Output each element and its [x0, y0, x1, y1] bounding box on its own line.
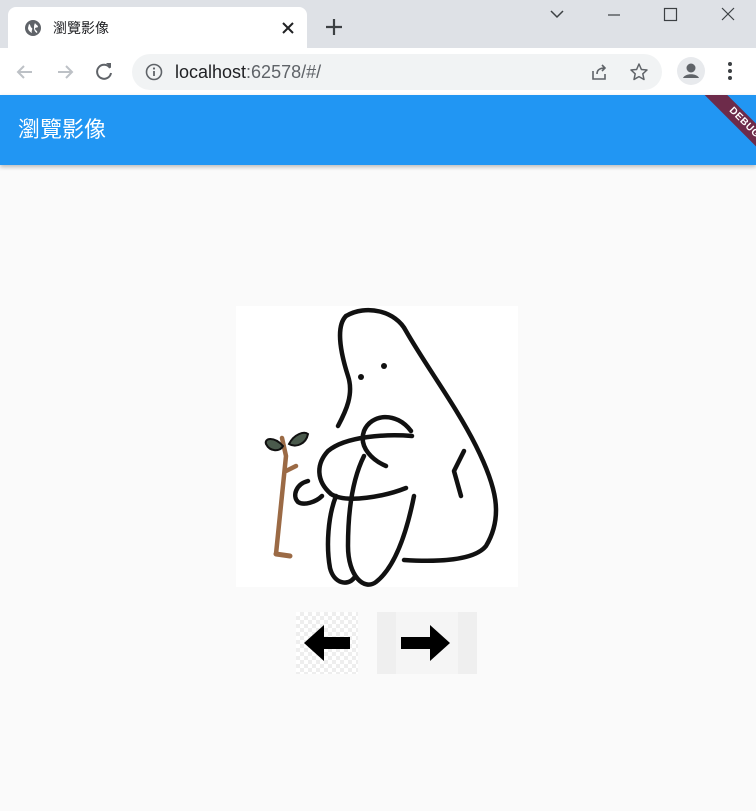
tab-title: 瀏覽影像: [53, 20, 109, 36]
bookmark-star-icon[interactable]: [629, 62, 649, 82]
maximize-icon[interactable]: [647, 0, 693, 32]
browser-tab[interactable]: 瀏覽影像: [8, 7, 307, 48]
arrow-left-icon: [304, 625, 350, 661]
page-title: 瀏覽影像: [18, 117, 107, 142]
next-button-icon-area: [396, 612, 458, 674]
previous-image-button[interactable]: [296, 612, 358, 674]
address-bar[interactable]: localhost:62578/#/: [132, 54, 662, 90]
arrow-right-icon: [401, 625, 450, 661]
next-image-button[interactable]: [377, 612, 477, 674]
debug-banner-label: DEBUG: [699, 95, 756, 168]
tab-search-chevron-down-icon[interactable]: [534, 0, 580, 32]
url-path: :62578/#/: [246, 62, 322, 82]
window-close-icon[interactable]: [705, 0, 751, 32]
url-host: localhost: [175, 62, 247, 82]
close-icon[interactable]: [278, 18, 298, 38]
person-hugging-knees-illustration: [264, 307, 499, 587]
browser-tabstrip: 瀏覽影像: [0, 0, 756, 48]
browser-toolbar: localhost:62578/#/: [0, 48, 756, 95]
reload-icon[interactable]: [91, 59, 117, 85]
app-bar: 瀏覽影像: [0, 95, 756, 165]
share-icon[interactable]: [589, 62, 609, 82]
debug-banner: DEBUG: [676, 95, 756, 175]
more-vert-icon[interactable]: [720, 59, 740, 83]
minimize-icon[interactable]: [591, 0, 637, 32]
back-arrow-icon[interactable]: [12, 59, 38, 85]
forward-arrow-icon[interactable]: [52, 59, 78, 85]
profile-avatar-icon[interactable]: [677, 57, 705, 85]
url-text[interactable]: localhost:62578/#/: [175, 62, 321, 82]
site-info-icon[interactable]: [145, 63, 163, 81]
globe-icon: [25, 20, 41, 36]
displayed-image: [236, 306, 518, 587]
new-tab-plus-icon[interactable]: [322, 15, 346, 39]
